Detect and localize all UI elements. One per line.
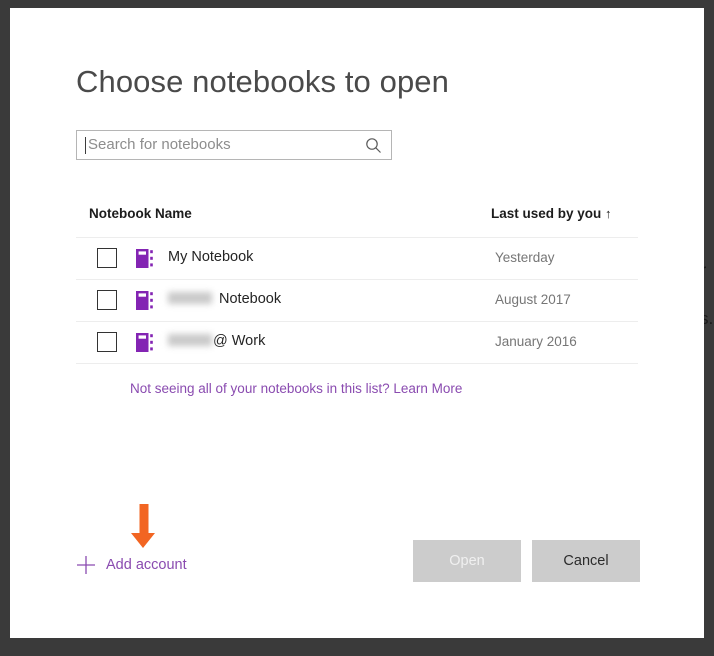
- cancel-button[interactable]: Cancel: [532, 540, 640, 582]
- notebook-name: @ Work: [168, 333, 265, 349]
- learn-more-link[interactable]: Not seeing all of your notebooks in this…: [130, 381, 462, 396]
- page-title: Choose notebooks to open: [76, 64, 449, 99]
- notebook-icon: [136, 291, 154, 310]
- notebook-icon: [136, 333, 154, 352]
- annotation-arrow-down-icon: [122, 504, 170, 552]
- notebook-last-used: January 2016: [495, 334, 577, 349]
- table-row[interactable]: My Notebook Yesterday: [76, 238, 638, 280]
- notebook-last-used: August 2017: [495, 292, 571, 307]
- table-header-row: Notebook Name Last used by you ↑: [76, 204, 638, 238]
- notebook-name: My Notebook: [168, 249, 253, 265]
- column-header-notebook-name[interactable]: Notebook Name: [89, 206, 192, 221]
- add-account-label: Add account: [106, 557, 187, 573]
- notebooks-table: Notebook Name Last used by you ↑ My Note…: [76, 204, 638, 364]
- notebook-name: Notebook: [168, 291, 281, 307]
- table-row[interactable]: @ Work January 2016: [76, 322, 638, 364]
- row-checkbox[interactable]: [97, 248, 117, 268]
- text-caret: [85, 137, 86, 154]
- search-icon[interactable]: [365, 137, 382, 154]
- plus-icon: [76, 555, 96, 575]
- search-input[interactable]: Search for notebooks: [76, 130, 392, 160]
- row-checkbox[interactable]: [97, 290, 117, 310]
- redacted-name-blur: [168, 334, 212, 346]
- table-row[interactable]: Notebook August 2017: [76, 280, 638, 322]
- search-placeholder: Search for notebooks: [88, 136, 231, 153]
- choose-notebooks-dialog: Choose notebooks to open Search for note…: [10, 8, 704, 638]
- notebook-name-text: @ Work: [213, 333, 266, 349]
- screen-backdrop: r s. Choose notebooks to open Search for…: [0, 0, 714, 656]
- row-checkbox[interactable]: [97, 332, 117, 352]
- column-header-last-used[interactable]: Last used by you ↑: [491, 206, 612, 221]
- open-button[interactable]: Open: [413, 540, 521, 582]
- notebook-icon: [136, 249, 154, 268]
- add-account-button[interactable]: Add account: [76, 553, 187, 577]
- notebook-name-text: Notebook: [219, 291, 282, 307]
- notebook-name-text: My Notebook: [168, 249, 254, 265]
- redacted-name-blur: [168, 292, 212, 304]
- column-header-last-used-label: Last used by you: [491, 206, 602, 221]
- notebook-last-used: Yesterday: [495, 250, 555, 265]
- sort-ascending-icon: ↑: [605, 206, 612, 221]
